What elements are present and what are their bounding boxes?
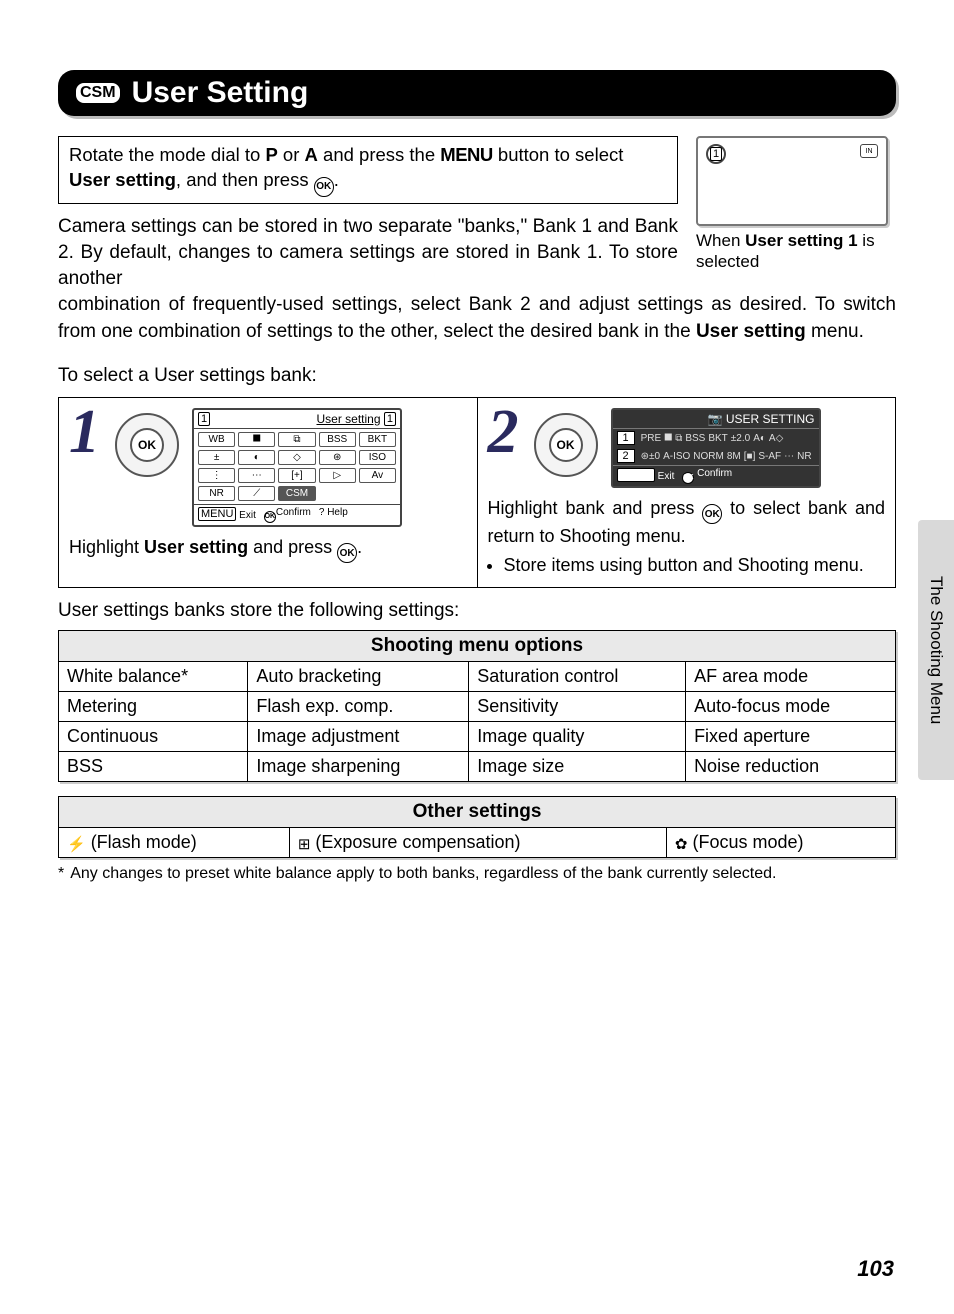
- ok-icon: OK: [314, 177, 334, 197]
- page-number: 103: [857, 1256, 894, 1282]
- steps-row: 1 OK 1 User setting 1 WB⯀⧉BSSBKT ±◐◇⊛ISO: [58, 397, 896, 588]
- lcd-caption: When User setting 1 is selected: [696, 230, 896, 273]
- table-intro: User settings banks store the following …: [58, 600, 896, 622]
- ok-icon: OK: [702, 504, 722, 524]
- step-1-number: 1: [69, 408, 100, 458]
- side-tab-label: The Shooting Menu: [926, 576, 946, 724]
- ok-icon: OK: [337, 543, 357, 563]
- menu-button-label: MENU: [440, 144, 492, 165]
- shooting-options-table: Shooting menu options White balance* Aut…: [58, 630, 896, 782]
- other-table-header: Other settings: [59, 796, 896, 827]
- section-title-bar: CSM User Setting: [58, 70, 896, 116]
- exposure-comp-icon: ⊞: [298, 835, 311, 853]
- table-row: Metering Flash exp. comp. Sensitivity Au…: [59, 691, 896, 721]
- multi-selector-icon: OK: [529, 408, 603, 482]
- step-2: 2 OK 📷 USER SETTING 1 PRE⯀⧉BSS BKT±2.0A◐: [478, 397, 897, 588]
- user-setting-bold: User setting: [69, 169, 176, 190]
- section-title: User Setting: [132, 76, 309, 110]
- bank-2-option: 2: [617, 449, 635, 463]
- body-para-2: To select a User settings bank:: [58, 363, 896, 389]
- instr-text: Rotate the mode dial to: [69, 144, 265, 165]
- step-2-screen: 📷 USER SETTING 1 PRE⯀⧉BSS BKT±2.0A◐A◇ 2 …: [611, 408, 821, 488]
- shooting-table-header: Shooting menu options: [59, 630, 896, 661]
- focus-mode-icon: ✿: [675, 835, 688, 853]
- csm-badge: CSM: [76, 83, 120, 103]
- bank-1-option: 1: [617, 431, 635, 445]
- table-row: ⚡ (Flash mode) ⊞ (Exposure compensation)…: [59, 827, 896, 857]
- mode-p: P: [265, 144, 277, 165]
- body-para-1a: Camera settings can be stored in two sep…: [58, 214, 678, 293]
- flash-icon: ⚡: [67, 835, 86, 853]
- bank-1-icon: 1: [706, 144, 726, 164]
- table-row: White balance* Auto bracketing Saturatio…: [59, 661, 896, 691]
- table-row: BSS Image sharpening Image size Noise re…: [59, 751, 896, 781]
- lcd-preview: 1 IN: [696, 136, 888, 226]
- step-2-caption: Highlight bank and press OK to select ba…: [488, 496, 886, 577]
- in-icon: IN: [860, 144, 878, 158]
- multi-selector-icon: OK: [110, 408, 184, 482]
- step-1-caption: Highlight User setting and press OK.: [69, 535, 467, 564]
- other-settings-table: Other settings ⚡ (Flash mode) ⊞ (Exposur…: [58, 796, 896, 858]
- instruction-box: Rotate the mode dial to P or A and press…: [58, 136, 678, 204]
- table-row: Continuous Image adjustment Image qualit…: [59, 721, 896, 751]
- step-2-number: 2: [488, 408, 519, 458]
- footnote: * Any changes to preset white balance ap…: [58, 864, 896, 885]
- step-1: 1 OK 1 User setting 1 WB⯀⧉BSSBKT ±◐◇⊛ISO: [58, 397, 478, 588]
- step-1-icon-grid: WB⯀⧉BSSBKT ±◐◇⊛ISO ⋮⋯[+]▷Av NR⟋CSM: [198, 432, 396, 501]
- mode-a: A: [305, 144, 318, 165]
- step-1-screen: 1 User setting 1 WB⯀⧉BSSBKT ±◐◇⊛ISO ⋮⋯[+…: [192, 408, 402, 527]
- body-para-1b: combination of frequently-used settings,…: [58, 292, 896, 344]
- side-tab: The Shooting Menu: [918, 520, 954, 780]
